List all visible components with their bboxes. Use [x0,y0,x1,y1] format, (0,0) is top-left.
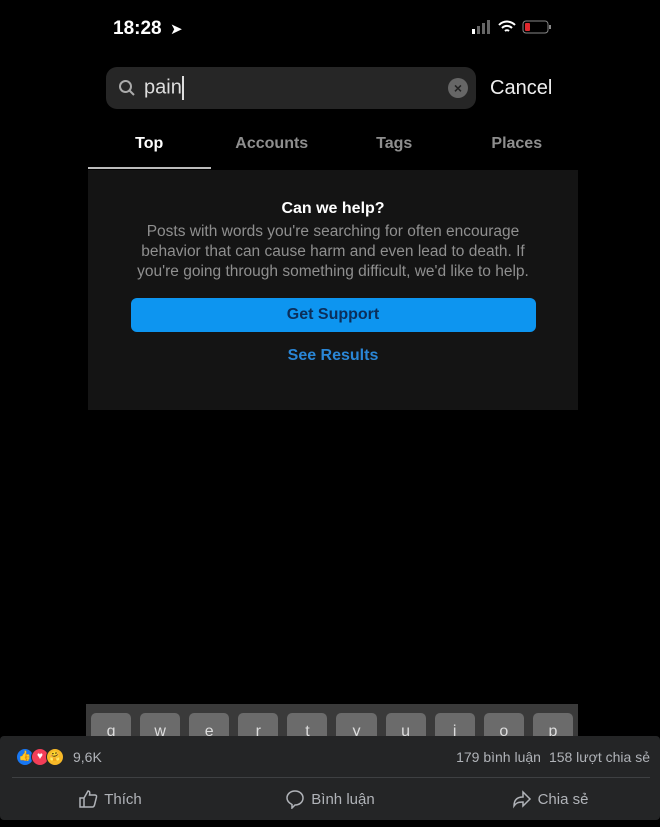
battery-icon [522,20,551,34]
see-results-link[interactable]: See Results [88,347,578,365]
search-value: pain [144,76,182,99]
comment-count[interactable]: 179 bình luận [456,749,541,765]
location-arrow-icon: ➤ [170,21,183,38]
share-count[interactable]: 158 lượt chia sẻ [549,749,650,765]
share-button[interactable]: Chia sẻ [440,786,660,812]
comment-button[interactable]: Bình luận [220,786,440,812]
reactions-summary[interactable]: 👍 ♥ 🤗 9,6K [16,748,102,766]
divider [12,777,650,778]
search-tabs: Top Accounts Tags Places [88,132,578,169]
text-caret [181,76,184,100]
like-label: Thích [104,790,142,808]
comment-label: Bình luận [311,790,375,808]
help-title: Can we help? [281,200,385,217]
reaction-count: 9,6K [73,749,102,765]
share-icon [512,790,531,809]
clear-search-icon[interactable]: × [448,78,468,98]
share-label: Chia sẻ [537,790,589,808]
tab-tags[interactable]: Tags [333,132,456,169]
post-stats: 179 bình luận 158 lượt chia sẻ [456,749,650,765]
care-reaction-icon: 🤗 [46,748,64,766]
search-input[interactable]: pain × [106,67,476,109]
post-actions: Thích Bình luận Chia sẻ [0,786,660,812]
status-time: 18:28 [113,18,162,39]
tab-places[interactable]: Places [456,132,579,169]
search-icon [119,80,135,96]
cancel-button[interactable]: Cancel [490,77,552,100]
help-card: Can we help? Posts with words you're sea… [88,170,578,410]
help-body: Posts with words you're searching for of… [137,223,529,280]
tab-accounts[interactable]: Accounts [211,132,334,169]
thumbs-up-icon [79,790,98,808]
wifi-icon [498,20,516,32]
get-support-button[interactable]: Get Support [130,298,536,332]
tab-top[interactable]: Top [88,132,211,169]
comment-icon [286,790,305,809]
like-button[interactable]: Thích [0,786,220,812]
signal-icon [472,20,490,34]
status-icons [472,20,552,34]
